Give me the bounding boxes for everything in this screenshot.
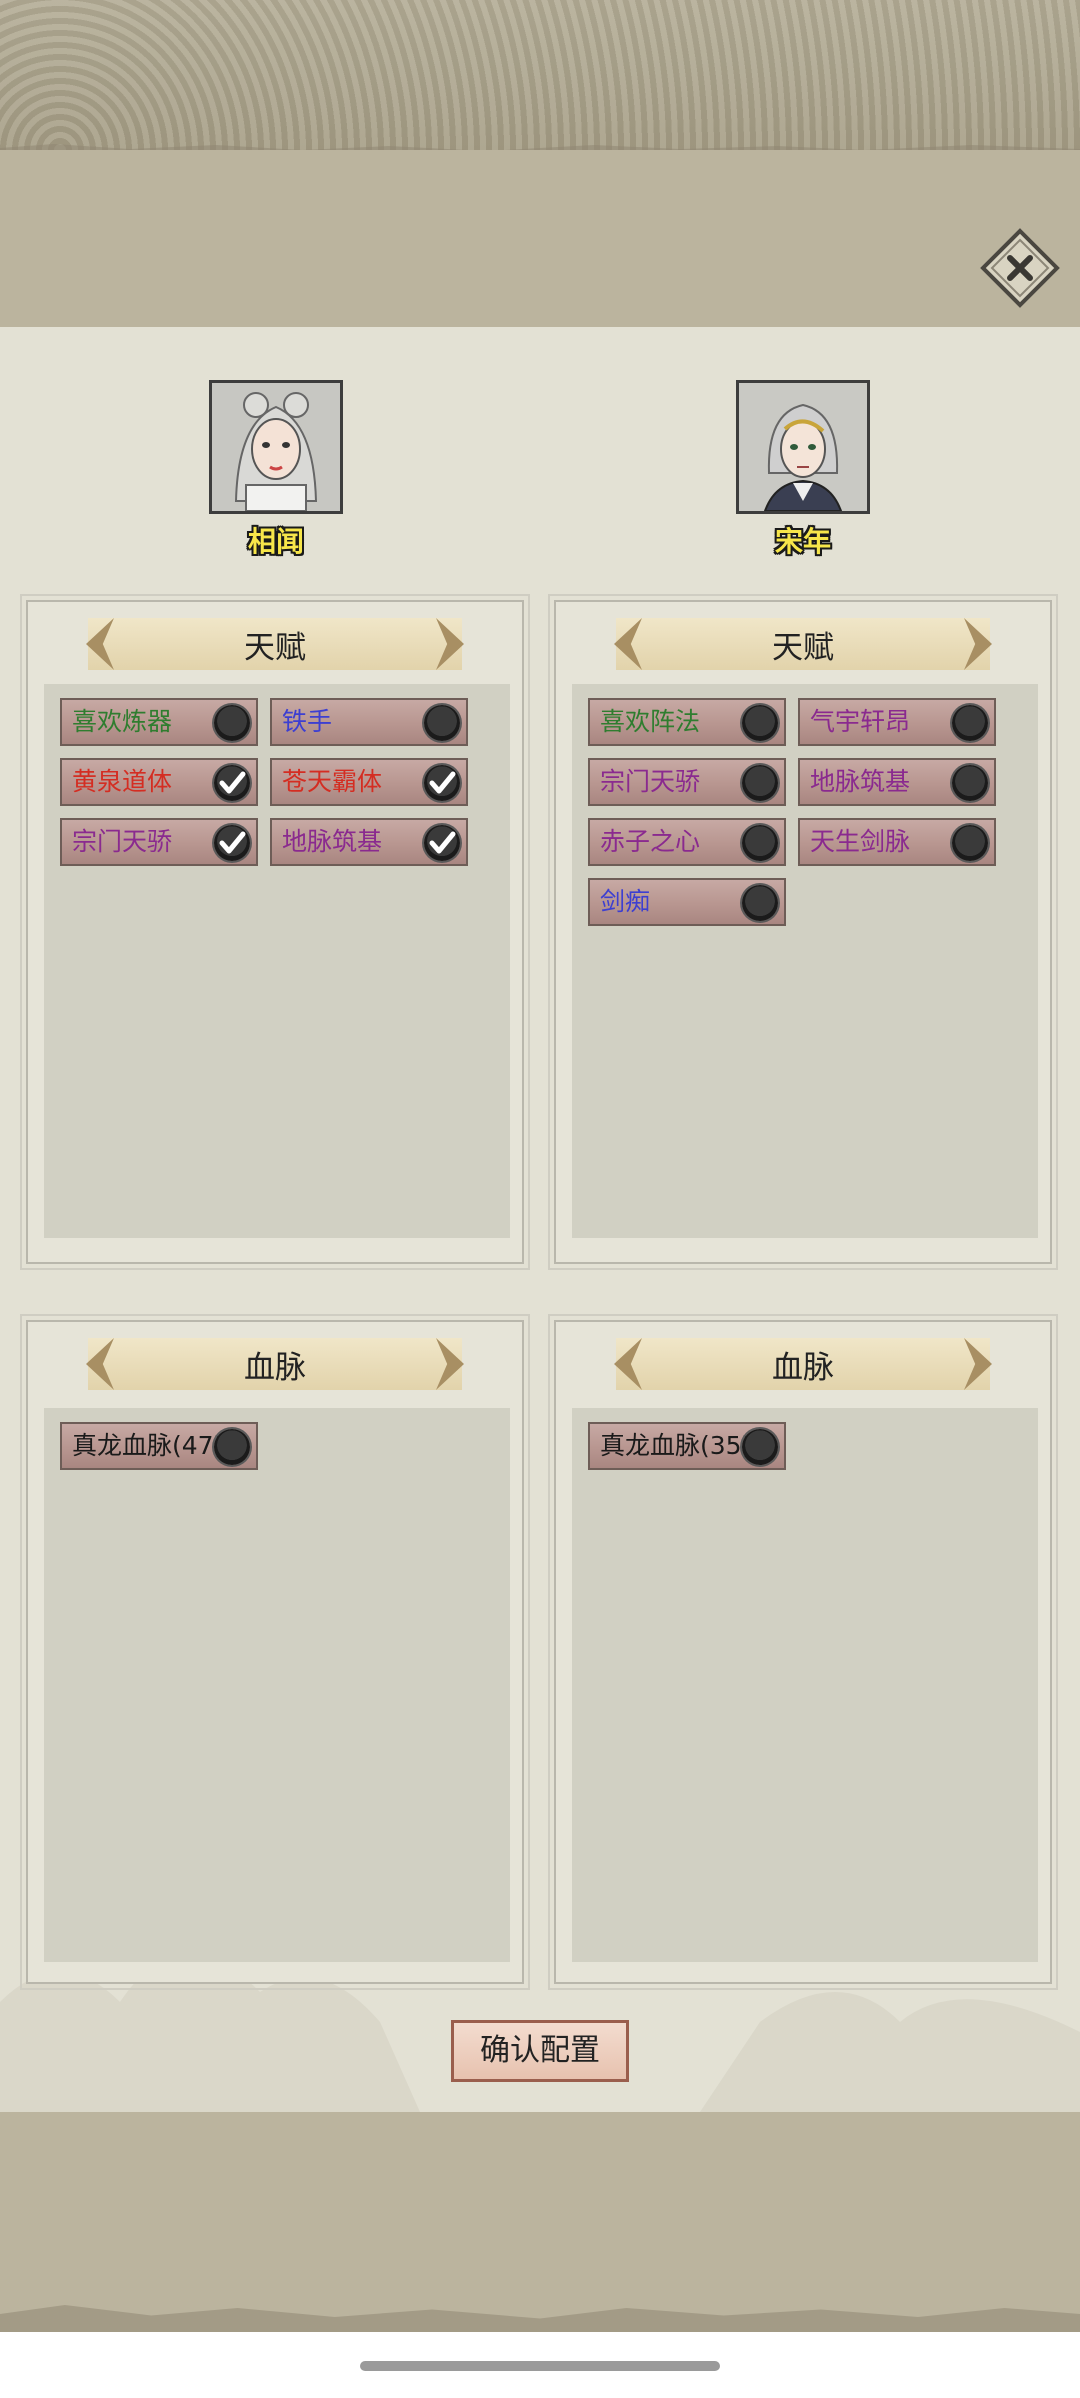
trait-chip[interactable]: 苍天霸体 (270, 758, 468, 806)
character-card-left[interactable]: 相闻 (206, 380, 346, 560)
toggle-off[interactable] (424, 705, 460, 741)
trait-label: 苍天霸体 (282, 767, 383, 796)
arrow-left-icon[interactable] (614, 1338, 642, 1390)
toggle-off[interactable] (952, 825, 988, 861)
check-icon (219, 831, 246, 854)
bloodline-list-left: 真龙血脉(47) (44, 1408, 510, 1962)
trait-chip[interactable]: 黄泉道体 (60, 758, 258, 806)
check-icon (429, 771, 456, 794)
arrow-left-icon[interactable] (86, 618, 114, 670)
trait-label: 黄泉道体 (72, 767, 173, 796)
trait-label: 地脉筑基 (282, 827, 383, 856)
trait-chip[interactable]: 真龙血脉(47) (60, 1422, 258, 1470)
talent-banner-left: 天赋 (86, 618, 464, 670)
toggle-off[interactable] (742, 1429, 778, 1465)
bloodline-list-right: 真龙血脉(35) (572, 1408, 1038, 1962)
bloodline-banner-right: 血脉 (614, 1338, 992, 1390)
check-toggle-on[interactable] (424, 765, 460, 801)
arrow-right-icon[interactable] (964, 1338, 992, 1390)
trait-label: 地脉筑基 (810, 767, 911, 796)
talent-panel-left: 天赋 喜欢炼器 铁手黄泉道体 苍天霸体宗门天骄 地脉筑基 (20, 594, 530, 1270)
toggle-off[interactable] (214, 1429, 250, 1465)
trait-chip[interactable]: 剑痴 (588, 878, 786, 926)
trait-label: 喜欢阵法 (600, 707, 701, 736)
arrow-left-icon[interactable] (86, 1338, 114, 1390)
bloodline-title-right: 血脉 (772, 1349, 834, 1386)
arrow-right-icon[interactable] (964, 618, 992, 670)
trait-label: 喜欢炼器 (72, 707, 173, 736)
toggle-off[interactable] (742, 765, 778, 801)
toggle-off[interactable] (952, 705, 988, 741)
trait-chip[interactable]: 天生剑脉 (798, 818, 996, 866)
trait-chip[interactable]: 真龙血脉(35) (588, 1422, 786, 1470)
toggle-off[interactable] (742, 705, 778, 741)
check-icon (219, 771, 246, 794)
bloodline-banner-left: 血脉 (86, 1338, 464, 1390)
close-icon (980, 228, 1060, 308)
trait-label: 铁手 (282, 707, 333, 736)
talent-banner-right: 天赋 (614, 618, 992, 670)
check-toggle-on[interactable] (214, 825, 250, 861)
home-indicator[interactable] (360, 2361, 720, 2371)
trait-chip[interactable]: 宗门天骄 (588, 758, 786, 806)
check-icon (429, 831, 456, 854)
check-toggle-on[interactable] (424, 825, 460, 861)
talent-title-right: 天赋 (772, 629, 834, 666)
trait-label: 真龙血脉(47) (72, 1431, 224, 1460)
trait-chip[interactable]: 宗门天骄 (60, 818, 258, 866)
bloodline-panel-left: 血脉 真龙血脉(47) (20, 1314, 530, 1990)
character-name-left: 相闻 (247, 525, 304, 558)
trait-label: 剑痴 (600, 887, 651, 916)
male-cultivator-avatar (739, 383, 867, 512)
toggle-off[interactable] (952, 765, 988, 801)
trait-chip[interactable]: 喜欢炼器 (60, 698, 258, 746)
talent-title-left: 天赋 (244, 629, 306, 666)
trait-chip[interactable]: 喜欢阵法 (588, 698, 786, 746)
arrow-right-icon[interactable] (436, 1338, 464, 1390)
bottom-band (0, 2112, 1080, 2332)
toggle-off[interactable] (742, 825, 778, 861)
trait-chip[interactable]: 铁手 (270, 698, 468, 746)
trait-chip[interactable]: 地脉筑基 (798, 758, 996, 806)
character-card-right[interactable]: 宋年 (733, 380, 873, 560)
trait-chip[interactable]: 气宇轩昂 (798, 698, 996, 746)
trait-label: 气宇轩昂 (810, 707, 911, 736)
talent-panel-right: 天赋 喜欢阵法 气宇轩昂宗门天骄 地脉筑基赤子之心 天生剑脉剑痴 (548, 594, 1058, 1270)
top-decor-band (0, 0, 1080, 150)
arrow-left-icon[interactable] (614, 618, 642, 670)
check-toggle-on[interactable] (214, 765, 250, 801)
toggle-off[interactable] (214, 705, 250, 741)
bloodline-title-left: 血脉 (244, 1349, 306, 1386)
confirm-config-button[interactable]: 确认配置 (451, 2020, 629, 2082)
header-band (0, 150, 1080, 327)
trait-chip[interactable]: 赤子之心 (588, 818, 786, 866)
portrait-left (209, 380, 343, 514)
female-cultivator-avatar (212, 383, 340, 512)
close-button[interactable] (980, 228, 1060, 308)
trait-label: 宗门天骄 (72, 827, 173, 856)
trait-label: 真龙血脉(35) (600, 1431, 752, 1460)
talent-list-left: 喜欢炼器 铁手黄泉道体 苍天霸体宗门天骄 地脉筑基 (44, 684, 510, 1238)
trait-chip[interactable]: 地脉筑基 (270, 818, 468, 866)
trait-label: 宗门天骄 (600, 767, 701, 796)
character-name-right: 宋年 (774, 525, 831, 558)
arrow-right-icon[interactable] (436, 618, 464, 670)
portrait-right (736, 380, 870, 514)
trait-label: 天生剑脉 (810, 827, 911, 856)
bloodline-panel-right: 血脉 真龙血脉(35) (548, 1314, 1058, 1990)
talent-list-right: 喜欢阵法 气宇轩昂宗门天骄 地脉筑基赤子之心 天生剑脉剑痴 (572, 684, 1038, 1238)
trait-label: 赤子之心 (600, 827, 701, 856)
toggle-off[interactable] (742, 885, 778, 921)
